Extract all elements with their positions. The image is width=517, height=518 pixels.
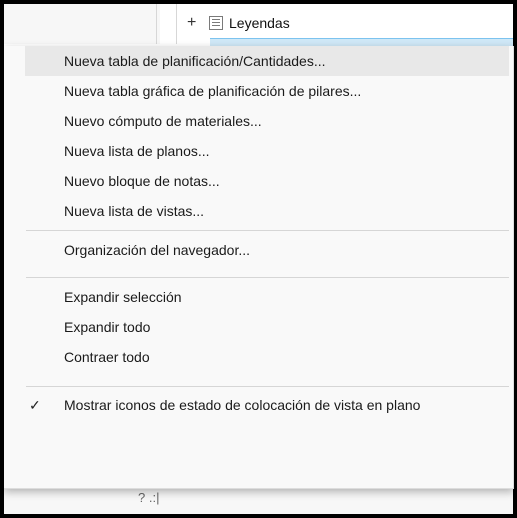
menu-item-label: Nueva lista de planos...: [64, 143, 210, 159]
bottom-glyph: ? .:|: [138, 490, 160, 505]
expand-plus-icon[interactable]: +: [187, 15, 201, 31]
menu-item-nueva-lista-planos[interactable]: Nueva lista de planos...: [4, 136, 509, 166]
menu-item-label: Organización del navegador...: [64, 242, 251, 258]
menu-item-label: Nuevo bloque de notas...: [64, 173, 220, 189]
menu-item-expandir-todo[interactable]: Expandir todo: [4, 312, 509, 342]
browser-panel-bottom: [4, 486, 513, 514]
menu-item-label: Expandir todo: [64, 319, 151, 335]
tree-item-label: Leyendas: [229, 15, 290, 31]
browser-panel-left: [4, 4, 160, 44]
menu-item-label: Nueva lista de vistas...: [64, 203, 205, 219]
menu-item-nueva-lista-vistas[interactable]: Nueva lista de vistas...: [4, 196, 509, 226]
menu-separator: [26, 277, 509, 278]
menu-item-label: Nueva tabla gráfica de planificación de …: [64, 83, 362, 99]
menu-item-nuevo-bloque-notas[interactable]: Nuevo bloque de notas...: [4, 166, 509, 196]
menu-item-label: Nuevo cómputo de materiales...: [64, 113, 262, 129]
menu-item-label: Expandir selección: [64, 289, 182, 305]
menu-item-label: Mostrar iconos de estado de colocación d…: [64, 397, 421, 413]
menu-item-nuevo-computo-materiales[interactable]: Nuevo cómputo de materiales...: [4, 106, 509, 136]
menu-item-label: Nueva tabla de planificación/Cantidades.…: [64, 53, 326, 69]
checkmark-icon: ✓: [29, 396, 41, 413]
menu-item-contraer-todo[interactable]: Contraer todo: [4, 342, 509, 372]
menu-item-organizacion-navegador[interactable]: Organización del navegador...: [4, 235, 509, 265]
menu-separator: [26, 386, 509, 387]
tree-guide-line: [176, 4, 177, 44]
legend-icon: [209, 16, 223, 30]
menu-item-nueva-tabla-planificacion[interactable]: Nueva tabla de planificación/Cantidades.…: [25, 46, 509, 76]
menu-item-nueva-tabla-grafica-pilares[interactable]: Nueva tabla gráfica de planificación de …: [4, 76, 509, 106]
menu-item-mostrar-iconos-estado[interactable]: ✓ Mostrar iconos de estado de colocación…: [4, 390, 509, 420]
context-menu: Nueva tabla de planificación/Cantidades.…: [4, 46, 514, 489]
tree-guide-line: [156, 4, 157, 44]
menu-item-label: Contraer todo: [64, 349, 150, 365]
tree-item-leyendas[interactable]: + Leyendas: [187, 13, 290, 33]
menu-separator: [26, 230, 509, 231]
menu-item-expandir-seleccion[interactable]: Expandir selección: [4, 282, 509, 312]
